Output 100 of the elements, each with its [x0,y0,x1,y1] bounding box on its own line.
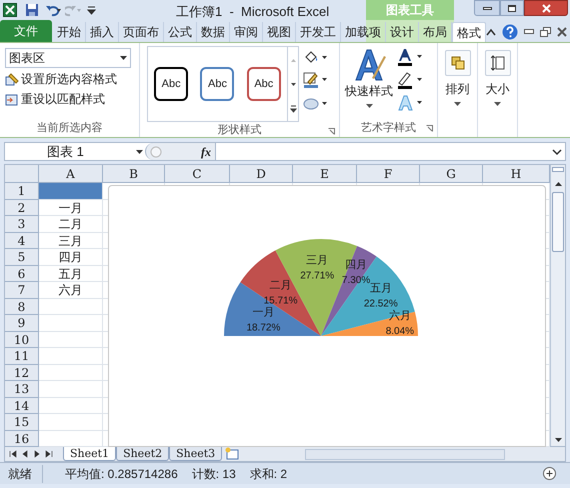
data-label: 18.72% [246,322,280,334]
row-header[interactable]: 2 [5,200,39,216]
ribbon-command-button[interactable]: 设置所选内容格式 [5,70,131,88]
row-header[interactable]: 7 [5,282,39,298]
excel-logo-icon[interactable] [3,3,17,17]
help-icon[interactable] [502,24,518,40]
dropdown-caret-icon [120,56,127,60]
group-label: 形状样式 [218,123,262,138]
row-header[interactable]: 14 [5,398,39,414]
collapse-ribbon-icon[interactable] [486,28,496,36]
shape-style-swatch[interactable]: Abc [246,67,281,101]
insert-function-button[interactable]: fx [201,142,211,160]
sheet-tab[interactable]: Sheet3 [169,447,222,461]
zoom-in-icon[interactable] [543,467,556,480]
shape-style-swatch[interactable]: Abc [154,67,188,101]
row-header[interactable]: 6 [5,266,39,282]
data-label: 三月 [306,254,328,266]
context-tab-group-label: 图表工具 [366,0,454,20]
row-header[interactable]: 1 [5,183,39,200]
horizontal-scrollbar[interactable] [305,448,505,460]
customize-toolbar-icon[interactable] [87,4,96,16]
text-outline-icon[interactable] [397,71,425,89]
pie-slice[interactable] [321,312,418,336]
minimize-button[interactable] [474,0,500,16]
column-header[interactable]: F [357,165,420,183]
status-sum: 求和: 2 [250,466,288,482]
dropdown-caret-icon [454,102,461,106]
dropdown-value: 图表区 [9,50,45,67]
table-cell: 四月 [39,249,103,266]
table-cell: 二月 [39,216,103,232]
row-header[interactable]: 12 [5,364,39,381]
row-header[interactable]: 3 [5,216,39,232]
table-cell: 三月 [39,232,103,249]
column-header[interactable]: D [230,165,293,183]
ribbon-large-button[interactable]: 大小 [483,48,512,106]
row-header[interactable]: 16 [5,430,39,447]
undo-icon[interactable] [45,3,61,17]
scroll-up-icon[interactable] [554,180,562,188]
restore-button[interactable] [500,0,524,16]
arrange-icon [450,56,464,70]
status-mode: 就绪 [8,464,43,482]
minimize-workbook-icon[interactable] [524,29,534,35]
scroll-thumb[interactable] [552,192,564,252]
previous-sheet-icon[interactable] [21,450,29,458]
column-header[interactable]: A [39,165,103,183]
next-sheet-icon[interactable] [33,450,41,458]
name-box-value: 图表 1 [46,142,84,161]
table-cell: 五月 [39,266,103,282]
column-header[interactable]: B [103,165,165,183]
data-label: 五月 [370,282,392,294]
column-header[interactable]: H [483,165,550,183]
ribbon-tab[interactable]: 格式 [452,22,486,42]
first-sheet-icon[interactable] [9,450,17,458]
dialog-launcher-icon[interactable] [426,125,433,132]
row-header[interactable]: 8 [5,298,39,315]
status-average: 平均值: 0.285714286 [65,466,178,482]
status-count: 计数: 13 [192,466,236,482]
row-header[interactable]: 5 [5,249,39,266]
last-sheet-icon[interactable] [45,450,53,458]
row-header[interactable]: 4 [5,232,39,249]
sheet-tab[interactable]: Sheet1 [63,447,116,461]
close-icon [542,4,550,12]
row-header[interactable]: 11 [5,348,39,364]
dropdown-caret-icon[interactable] [136,150,143,154]
dropdown-caret-icon [366,104,372,108]
data-label: 8.04% [386,326,414,337]
split-box[interactable] [552,167,564,172]
sheet-tab[interactable]: Sheet2 [116,447,170,461]
row-header[interactable]: 10 [5,332,39,348]
column-header[interactable]: E [293,165,357,183]
shape-fill-icon[interactable] [303,49,329,65]
row-header[interactable]: 9 [5,315,39,332]
data-label: 27.71% [300,270,334,282]
column-header[interactable]: G [420,165,483,183]
quick-styles-button[interactable]: 快速样式 [345,48,393,108]
group-label: 艺术字样式 [361,120,416,136]
save-icon[interactable] [25,3,39,17]
pie-slice[interactable] [224,282,321,336]
scroll-down-icon[interactable] [554,436,562,444]
ribbon-large-button[interactable]: 排列 [443,48,472,106]
close-button[interactable] [524,0,568,16]
row-header[interactable]: 13 [5,381,39,398]
column-header[interactable]: C [165,165,230,183]
name-box[interactable]: 图表 1 [5,143,145,160]
reset-style-icon [5,92,19,106]
table-cell: 六月 [39,282,103,298]
dialog-launcher-icon[interactable] [328,128,335,135]
text-effects-icon[interactable] [397,94,425,112]
selected-cell[interactable] [39,183,103,200]
shape-outline-icon[interactable] [303,71,329,89]
close-workbook-icon[interactable] [557,27,567,37]
row-header[interactable]: 15 [5,414,39,430]
format-selection-icon [5,72,19,86]
ribbon-command-button[interactable]: 重设以匹配样式 [5,90,131,108]
text-fill-icon[interactable] [397,48,425,66]
ribbon-tab[interactable]: 文件 [0,20,52,42]
expand-formula-bar-icon[interactable] [552,148,562,156]
chart-element-dropdown[interactable]: 图表区 [5,48,131,68]
shape-style-swatch[interactable]: Abc [200,67,234,101]
restore-workbook-icon[interactable] [540,27,551,37]
